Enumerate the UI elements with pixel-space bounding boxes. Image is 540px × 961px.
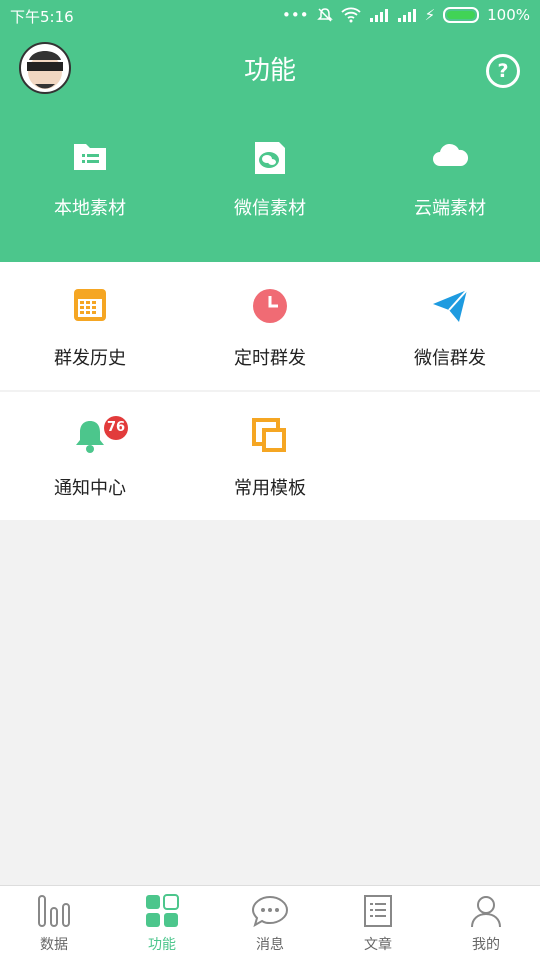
notification-badge: 76 — [104, 416, 128, 440]
function-grid-row-2: 76 通知中心 常用模板 — [0, 392, 540, 520]
clock-icon — [253, 289, 287, 323]
page-title: 功能 — [243, 56, 296, 86]
common-template-label: 常用模板 — [234, 478, 306, 499]
calendar-icon — [74, 289, 106, 321]
cloud-material-label: 云端素材 — [414, 198, 486, 219]
status-bar: 下午5:16 ••• ⚡ 100% — [0, 0, 540, 30]
local-material-label: 本地素材 — [54, 198, 126, 219]
user-icon — [471, 896, 501, 928]
function-grid-row-1: 群发历史 定时群发 微信群发 — [0, 262, 540, 390]
copy-icon — [252, 418, 286, 452]
local-material-button[interactable]: 本地素材 — [0, 140, 180, 220]
signal-icon — [369, 9, 388, 22]
status-icons: ••• ⚡ 100% — [282, 6, 530, 24]
chat-icon — [251, 895, 289, 928]
document-icon — [364, 895, 392, 927]
header: 功能 ? 本地素材 微信素材 云端素材 — [0, 30, 540, 262]
wifi-icon — [340, 7, 361, 23]
send-history-label: 群发历史 — [54, 348, 126, 369]
battery-icon — [443, 7, 480, 23]
tab-function[interactable]: 功能 — [108, 894, 216, 954]
tab-profile[interactable]: 我的 — [432, 894, 540, 954]
wechat-material-button[interactable]: 微信素材 — [180, 140, 360, 220]
bell-icon — [76, 421, 104, 453]
notification-center-label: 通知中心 — [54, 478, 126, 499]
scheduled-send-label: 定时群发 — [234, 348, 306, 369]
notification-center-button[interactable]: 76 通知中心 — [0, 416, 180, 500]
paper-plane-icon — [433, 289, 468, 322]
status-time: 下午5:16 — [10, 8, 74, 26]
scheduled-send-button[interactable]: 定时群发 — [180, 288, 360, 370]
battery-percent: 100% — [487, 6, 530, 24]
tab-data-label: 数据 — [40, 937, 68, 953]
tab-articles-label: 文章 — [364, 937, 392, 953]
tab-function-label: 功能 — [148, 937, 176, 953]
tab-messages-label: 消息 — [256, 937, 284, 953]
help-button[interactable]: ? — [486, 54, 520, 88]
mute-bell-icon — [316, 8, 333, 22]
more-icon: ••• — [282, 6, 309, 24]
common-template-button[interactable]: 常用模板 — [180, 418, 360, 500]
tab-messages[interactable]: 消息 — [216, 894, 324, 954]
bar-chart-icon — [38, 895, 70, 927]
tab-articles[interactable]: 文章 — [324, 894, 432, 954]
signal-icon — [397, 9, 416, 22]
wechat-send-label: 微信群发 — [414, 348, 486, 369]
tab-data[interactable]: 数据 — [0, 894, 108, 954]
wechat-material-label: 微信素材 — [234, 198, 306, 219]
send-history-button[interactable]: 群发历史 — [0, 288, 180, 370]
wechat-send-button[interactable]: 微信群发 — [360, 288, 540, 370]
bottom-tab-bar: 数据 功能 消息 文章 我的 — [0, 885, 540, 961]
cloud-material-button[interactable]: 云端素材 — [360, 140, 540, 220]
wechat-doc-icon — [255, 142, 285, 174]
tab-profile-label: 我的 — [472, 937, 500, 953]
charging-icon: ⚡ — [424, 6, 436, 24]
folder-icon — [74, 144, 106, 170]
grid-icon — [146, 894, 179, 927]
cloud-icon — [433, 143, 469, 166]
